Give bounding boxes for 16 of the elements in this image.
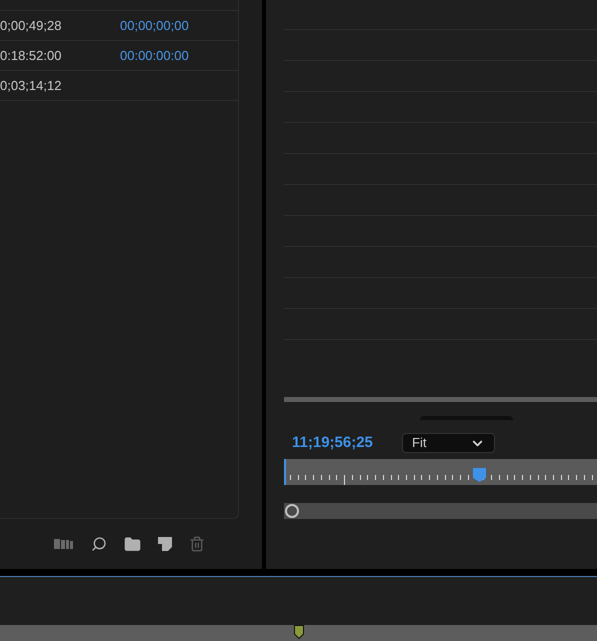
scroll-handle[interactable] xyxy=(285,504,299,518)
new-item-icon[interactable] xyxy=(158,537,172,551)
table-cell-text: 0;03;14;12 xyxy=(0,76,62,95)
zoom-scrollbar[interactable] xyxy=(284,503,597,519)
trash-icon[interactable] xyxy=(189,536,205,552)
folder-icon[interactable] xyxy=(124,536,141,552)
table-cell-text: 0:18:52:00 xyxy=(0,46,62,65)
freeform-view-icon[interactable] xyxy=(54,539,74,549)
search-icon[interactable] xyxy=(91,536,107,552)
timecode[interactable]: 11;19;56;25 xyxy=(284,432,402,454)
time-ruler[interactable] xyxy=(284,459,597,485)
table-cell-text: 00;00;00;00 xyxy=(120,16,189,35)
table-cell-text: 00:00:00:00 xyxy=(120,46,189,65)
marker-icon[interactable] xyxy=(294,625,304,639)
zoom-dropdown[interactable]: Fit xyxy=(402,433,495,453)
table-cell-text: 0;00;49;28 xyxy=(0,16,62,35)
